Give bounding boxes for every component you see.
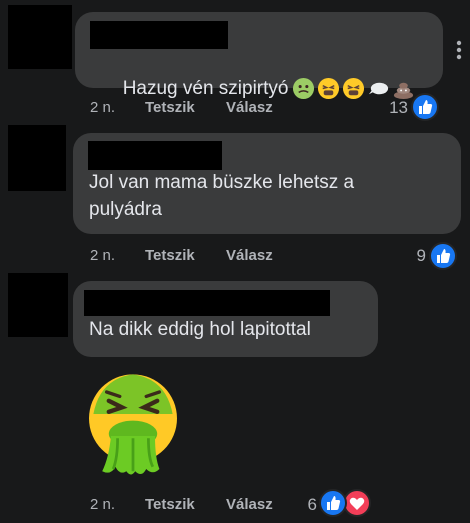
reply-action[interactable]: Válasz [226, 247, 273, 264]
avatar[interactable] [8, 273, 68, 337]
reply-action[interactable]: Válasz [226, 99, 273, 116]
like-action[interactable]: Tetszik [145, 496, 195, 513]
comment-age[interactable]: 2 n. [90, 99, 115, 116]
comment-2: Jol van mama büszke lehetsz a pulyádra 2… [0, 125, 470, 270]
comment-age[interactable]: 2 n. [90, 247, 115, 264]
redacted-author-name[interactable] [88, 141, 222, 170]
tired-face-emoji [343, 78, 365, 100]
avatar[interactable] [8, 125, 66, 191]
reaction-count[interactable]: 6 [295, 495, 317, 515]
more-options-icon[interactable] [456, 40, 462, 60]
love-reaction-icon[interactable] [343, 489, 371, 517]
like-action[interactable]: Tetszik [145, 99, 195, 116]
comment-bubble: Na dikk eddig hol lapitottal [73, 281, 378, 357]
comment-1: Hazug vén szipirtyó 2 n. Tetszik Válasz … [0, 0, 470, 125]
reaction-count[interactable]: 9 [400, 246, 426, 266]
like-reaction-icon[interactable] [429, 242, 457, 270]
comment-text-content: Hazug vén szipirtyó [122, 78, 289, 99]
redacted-author-name[interactable] [90, 21, 228, 49]
comment-age[interactable]: 2 n. [90, 496, 115, 513]
comment-text: Jol van mama büszke lehetsz a pulyádra [89, 172, 355, 220]
comment-bubble: Hazug vén szipirtyó [75, 12, 443, 100]
comment-actions: 2 n. Tetszik Válasz [0, 496, 470, 516]
redacted-author-name[interactable] [84, 290, 330, 316]
like-reaction-icon[interactable] [319, 489, 347, 517]
vomiting-face-emoji [89, 374, 177, 475]
like-action[interactable]: Tetszik [145, 247, 195, 264]
tired-face-emoji [318, 78, 340, 100]
reaction-count[interactable]: 13 [380, 98, 408, 118]
comment-3: Na dikk eddig hol lapitottal 2 n. Tetszi… [0, 270, 470, 523]
avatar[interactable] [8, 5, 72, 69]
like-reaction-icon[interactable] [411, 93, 439, 121]
reply-action[interactable]: Válasz [226, 496, 273, 513]
nauseated-face-emoji [293, 78, 315, 100]
comment-bubble: Jol van mama büszke lehetsz a pulyádra [73, 133, 461, 234]
comment-text: Na dikk eddig hol lapitottal [89, 319, 311, 340]
